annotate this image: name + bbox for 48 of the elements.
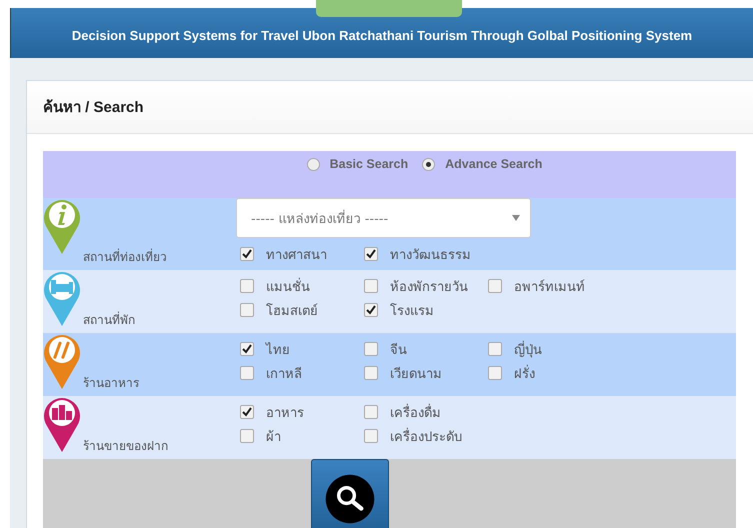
checkbox[interactable]	[240, 429, 254, 443]
option-checkbox[interactable]: ฝรั่ง	[484, 362, 608, 384]
option-checkbox[interactable]: จีน	[360, 338, 484, 360]
search-icon	[324, 473, 376, 525]
option-checkbox[interactable]: ทางศาสนา	[236, 244, 360, 264]
category-label: ร้านอาหาร	[83, 375, 139, 392]
option-checkbox[interactable]: โฮมสเตย์	[236, 300, 360, 320]
search-mode-option[interactable]: Basic Search	[306, 155, 408, 173]
checkbox[interactable]	[364, 279, 378, 293]
checkbox[interactable]	[488, 279, 502, 293]
checkbox[interactable]	[240, 366, 254, 380]
option-checkbox[interactable]: ห้องพักรายวัน	[360, 276, 484, 296]
checkbox[interactable]	[240, 303, 254, 317]
option-checkbox[interactable]: โรงแรม	[360, 300, 484, 320]
option-checkbox[interactable]: แมนชั่น	[236, 276, 360, 296]
checkbox[interactable]	[240, 342, 254, 356]
panel-title: ค้นหา / Search	[43, 98, 144, 118]
option-checkbox[interactable]: ญี่ปุ่น	[484, 338, 608, 360]
option-checkbox[interactable]: ผ้า	[236, 426, 360, 446]
search-button[interactable]	[310, 459, 388, 528]
category-label: สถานที่ท่องเที่ยว	[83, 248, 167, 266]
checkbox[interactable]	[488, 366, 502, 380]
checkbox[interactable]	[364, 342, 378, 356]
checkbox[interactable]	[364, 247, 378, 261]
caret-icon	[512, 215, 520, 221]
search-mode-option[interactable]: Advance Search	[422, 155, 542, 173]
checkbox[interactable]	[364, 366, 378, 380]
radio-button[interactable]	[306, 158, 320, 170]
option-checkbox[interactable]: อพาร์ทเมนท์	[484, 276, 608, 296]
option-checkbox[interactable]: อาหาร	[236, 402, 360, 422]
radio-button[interactable]	[422, 158, 436, 170]
attraction-dropdown[interactable]: ----- แหล่งท่องเที่ยว -----	[236, 198, 531, 238]
checkbox[interactable]	[240, 247, 254, 261]
option-checkbox[interactable]: ทางวัฒนธรรม	[360, 244, 484, 264]
option-checkbox[interactable]: ไทย	[236, 338, 360, 360]
option-checkbox[interactable]: เกาหลี	[236, 362, 360, 384]
checkbox[interactable]	[240, 279, 254, 293]
option-checkbox[interactable]: เครื่องประดับ	[360, 426, 484, 446]
checkbox[interactable]	[364, 405, 378, 419]
checkbox[interactable]	[240, 405, 254, 419]
checkbox[interactable]	[488, 342, 502, 356]
checkbox[interactable]	[364, 303, 378, 317]
option-checkbox[interactable]: เวียดนาม	[360, 362, 484, 384]
category-label: ร้านขายของฝาก	[83, 438, 168, 455]
checkbox[interactable]	[364, 429, 378, 443]
site-title: Decision Support Systems for Travel Ubon Ratchathani Tourism Through Golbal Positioning System	[72, 28, 692, 42]
category-label: สถานที่พัก	[83, 310, 135, 329]
option-checkbox[interactable]: เครื่องดื่ม	[360, 402, 484, 422]
